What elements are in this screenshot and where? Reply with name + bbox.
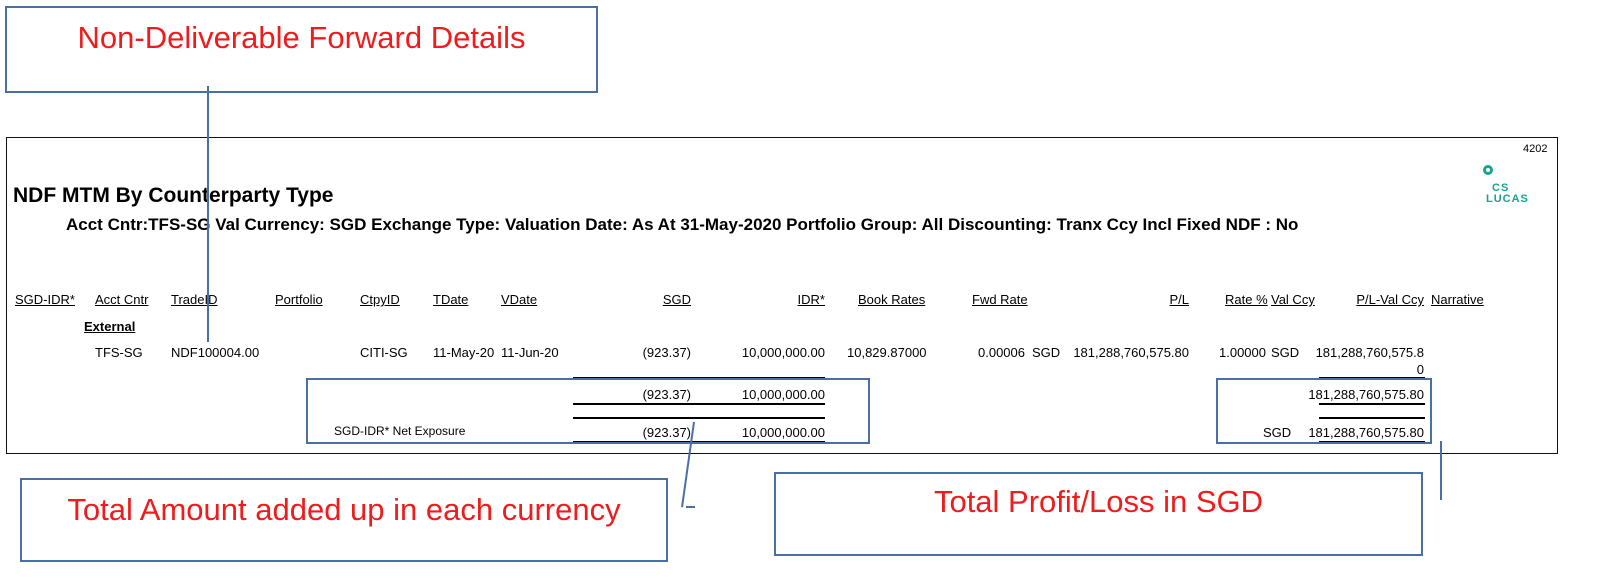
col-header-rate-pct: Rate % [1225,292,1268,307]
cell-pl-val-ccy-line2: 0 [1416,362,1424,377]
cell-fwd-rate: 0.00006 [978,345,1025,360]
callout-ndf-details-text: Non-Deliverable Forward Details [77,19,526,55]
cell-sgd: (923.37) [642,345,691,360]
col-header-narrative: Narrative [1431,292,1484,307]
cell-val-ccy: SGD [1271,345,1300,360]
cell-tdate: 11-May-20 [433,345,495,360]
group-label: External [84,319,136,334]
cell-book-rates: 10,829.87000 [847,345,927,360]
col-header-trade-id: TradeID [171,292,218,307]
logo-text-lucas: LUCAS [1486,193,1529,205]
connector-ndf-details [207,86,209,342]
col-header-sgd: SGD [662,292,691,307]
col-header-sgd-idr: SGD-IDR* [15,292,75,307]
col-header-tdate: TDate [433,292,469,307]
callout-total-amount: Total Amount added up in each currency [20,478,668,562]
cell-pl-val-ccy-line1: 181,288,760,575.8 [1315,345,1424,360]
col-header-ctpy-id: CtpyID [360,292,400,307]
col-header-portfolio: Portfolio [275,292,323,307]
col-header-acct-cntr: Acct Cntr [95,292,149,307]
connector-total-pl [1440,441,1442,500]
connector-total-amount-tick [686,506,695,508]
col-header-pl: P/L [1169,292,1189,307]
callout-total-amount-text: Total Amount added up in each currency [67,492,621,527]
col-header-fwd-rate: Fwd Rate [972,292,1028,307]
col-header-pl-val-ccy: P/L-Val Ccy [1356,292,1424,307]
report-page: 4202 CS LUCAS NDF MTM By Counterparty Ty… [6,137,1558,454]
callout-total-pl-text: Total Profit/Loss in SGD [933,484,1264,519]
col-header-val-ccy: Val Ccy [1271,292,1315,307]
logo-ring-icon [1483,165,1493,175]
cell-fwd-ccy: SGD [1032,345,1061,360]
report-subtitle: Acct Cntr:TFS-SG Val Currency: SGD Excha… [66,215,1299,234]
col-header-idr: IDR* [797,292,825,307]
highlight-total-amounts-box [306,378,870,444]
callout-total-pl: Total Profit/Loss in SGD [774,472,1423,556]
cell-rate-pct: 1.00000 [1219,345,1266,360]
highlight-total-pl-box [1216,378,1432,444]
cell-pl: 181,288,760,575.80 [1073,345,1189,360]
page-number: 4202 [1523,143,1548,155]
report-title: NDF MTM By Counterparty Type [13,184,334,207]
callout-ndf-details: Non-Deliverable Forward Details [5,6,598,93]
col-header-vdate: VDate [501,292,538,307]
cell-idr: 10,000,000.00 [741,345,825,360]
cell-trade-id: NDF100004.00 [171,345,260,360]
col-header-book-rates: Book Rates [858,292,926,307]
cell-vdate: 11-Jun-20 [501,345,559,360]
cell-ctpy-id: CITI-SG [360,345,408,360]
cell-acct-cntr: TFS-SG [95,345,143,360]
